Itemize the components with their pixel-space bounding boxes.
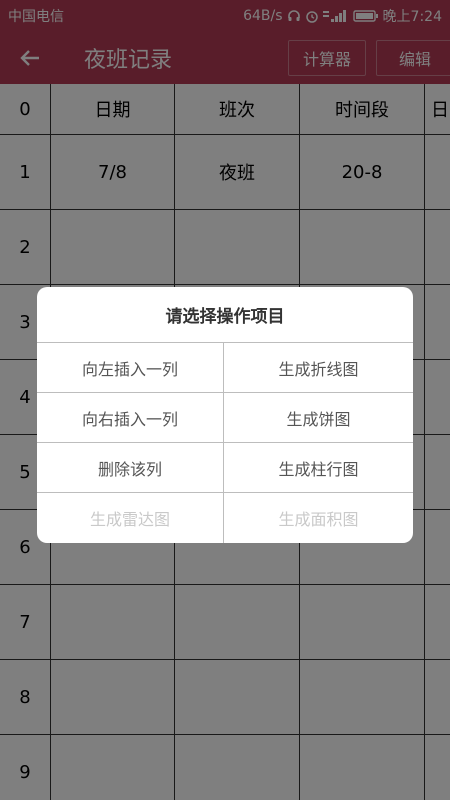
delete-column-option[interactable]: 删除该列 — [37, 443, 224, 493]
line-chart-option[interactable]: 生成折线图 — [224, 343, 413, 393]
dialog-options: 向左插入一列 生成折线图 向右插入一列 生成饼图 删除该列 生成柱行图 生成雷达… — [37, 343, 413, 543]
operation-dialog: 请选择操作项目 向左插入一列 生成折线图 向右插入一列 生成饼图 删除该列 生成… — [37, 287, 413, 543]
bar-chart-option[interactable]: 生成柱行图 — [224, 443, 413, 493]
dialog-title: 请选择操作项目 — [37, 287, 413, 343]
insert-column-right-option[interactable]: 向右插入一列 — [37, 393, 224, 443]
radar-chart-option: 生成雷达图 — [37, 493, 224, 543]
insert-column-left-option[interactable]: 向左插入一列 — [37, 343, 224, 393]
pie-chart-option[interactable]: 生成饼图 — [224, 393, 413, 443]
area-chart-option: 生成面积图 — [278, 510, 359, 529]
